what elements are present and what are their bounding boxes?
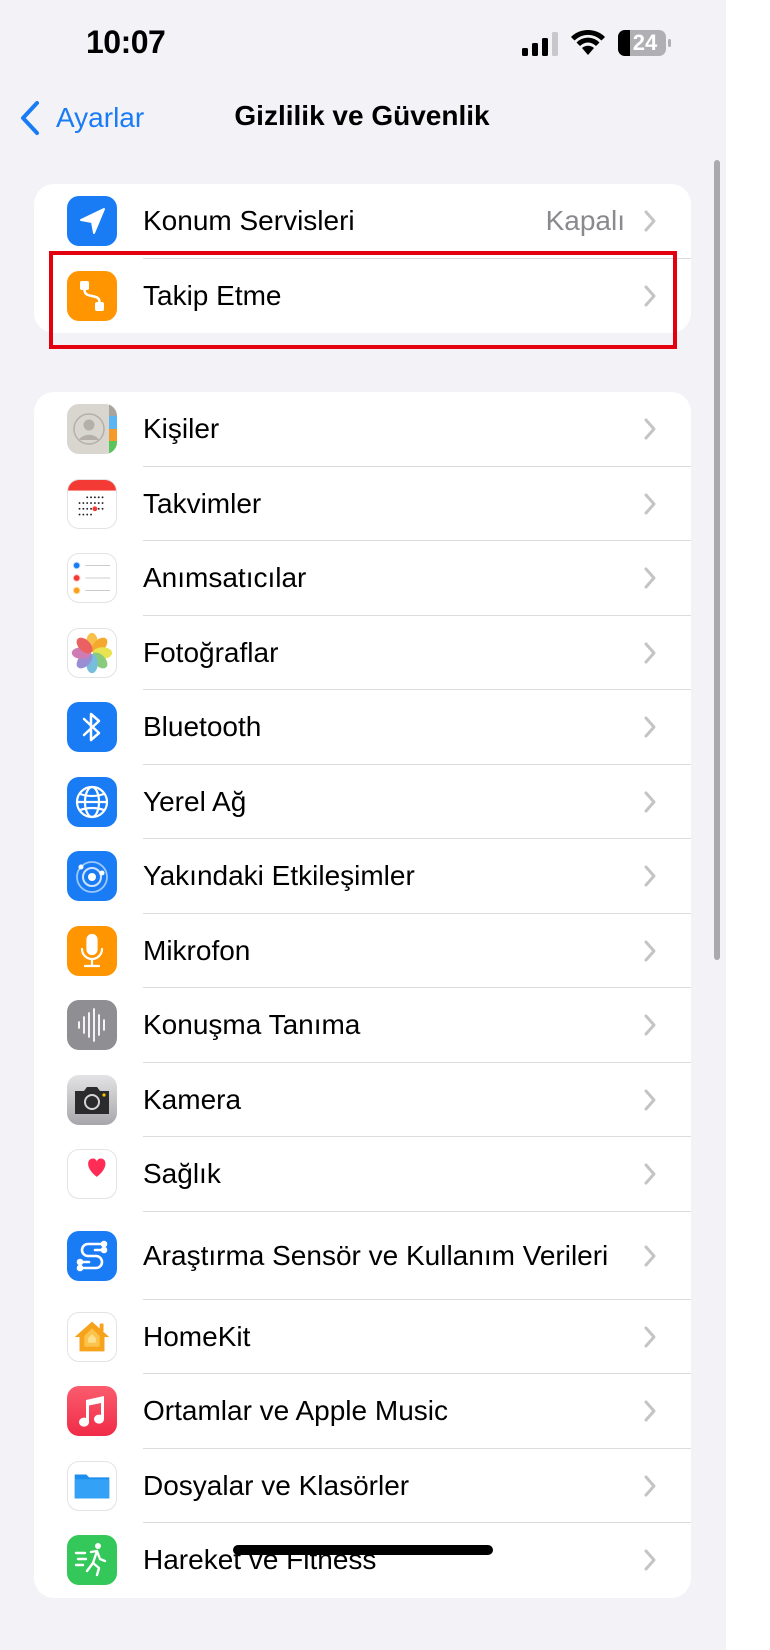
cellular-signal-icon	[522, 32, 558, 56]
battery-level: 24	[632, 30, 658, 55]
fitness-icon	[67, 1535, 117, 1586]
row-reminders[interactable]: Anımsatıcılar	[34, 541, 691, 616]
row-label: Konuşma Tanıma	[143, 1009, 361, 1041]
row-label: Takip Etme	[143, 279, 282, 311]
chevron-right-icon	[644, 1245, 656, 1266]
home-indicator[interactable]	[233, 1545, 493, 1555]
chevron-right-icon	[644, 285, 656, 307]
chevron-right-icon	[644, 1089, 656, 1111]
chevron-right-icon	[644, 1475, 656, 1497]
tracking-icon	[67, 270, 117, 321]
chevron-right-icon	[644, 418, 656, 440]
chevron-right-icon	[644, 1549, 656, 1571]
contacts-icon	[67, 404, 117, 455]
chevron-right-icon	[644, 210, 656, 232]
row-label: Takvimler	[143, 487, 262, 519]
row-research-sensor[interactable]: Araştırma Sensör ve Kullanım Verileri	[34, 1212, 691, 1300]
chevron-right-icon	[644, 791, 656, 813]
row-label: Bluetooth	[143, 711, 262, 743]
row-location-services[interactable]: Konum Servisleri Kapalı	[34, 184, 691, 259]
row-microphone[interactable]: Mikrofon	[34, 914, 691, 988]
chevron-right-icon	[644, 716, 656, 738]
chevron-right-icon	[644, 642, 656, 664]
row-label: Ortamlar ve Apple Music	[143, 1395, 448, 1427]
row-label: Kişiler	[143, 413, 220, 445]
calendar-icon	[67, 478, 117, 529]
photos-icon	[67, 627, 117, 678]
row-health[interactable]: Sağlık	[34, 1137, 691, 1212]
nearby-interactions-icon	[67, 851, 117, 902]
row-label: HomeKit	[143, 1320, 251, 1352]
chevron-right-icon	[644, 1163, 656, 1185]
scrollbar[interactable]	[714, 160, 720, 960]
phone-screen: 10:07 24 Ayarlar Gizlilik ve Güvenlik Ko…	[0, 0, 726, 1650]
chevron-right-icon	[644, 865, 656, 887]
heart-icon	[67, 1149, 117, 1200]
navigation-bar: Ayarlar Gizlilik ve Güvenlik	[0, 90, 726, 146]
chevron-right-icon	[644, 1326, 656, 1348]
row-label: Fotoğraflar	[143, 636, 279, 668]
row-apple-music[interactable]: Ortamlar ve Apple Music	[34, 1374, 691, 1449]
chevron-right-icon	[644, 1014, 656, 1036]
location-arrow-icon	[67, 196, 117, 247]
bluetooth-icon	[67, 702, 117, 753]
row-contacts[interactable]: Kişiler	[34, 392, 691, 467]
chevron-right-icon	[644, 1400, 656, 1422]
row-label: Yakındaki Etkileşimler	[143, 860, 415, 892]
music-icon	[67, 1386, 117, 1437]
camera-icon	[67, 1074, 117, 1125]
page-title: Gizlilik ve Güvenlik	[234, 100, 490, 131]
row-label: Araştırma Sensör ve Kullanım Verileri	[143, 1239, 609, 1271]
row-label: Konum Servisleri	[143, 205, 355, 237]
globe-icon	[67, 776, 117, 827]
waveform-icon	[67, 1000, 117, 1051]
home-icon	[67, 1311, 117, 1362]
row-files-folders[interactable]: Dosyalar ve Klasörler	[34, 1449, 691, 1523]
row-tracking[interactable]: Takip Etme	[34, 259, 691, 334]
row-calendars[interactable]: Takvimler	[34, 467, 691, 541]
wifi-icon	[571, 29, 605, 55]
row-label: Sağlık	[143, 1158, 221, 1190]
row-label: Kamera	[143, 1083, 242, 1115]
row-nearby-interactions[interactable]: Yakındaki Etkileşimler	[34, 839, 691, 914]
chevron-right-icon	[644, 940, 656, 962]
row-camera[interactable]: Kamera	[34, 1063, 691, 1137]
row-speech-recognition[interactable]: Konuşma Tanıma	[34, 988, 691, 1063]
location-services-status: Kapalı	[545, 205, 625, 237]
row-photos[interactable]: Fotoğraflar	[34, 616, 691, 690]
row-label: Mikrofon	[143, 934, 251, 966]
status-time: 10:07	[86, 24, 166, 60]
chevron-right-icon	[644, 493, 656, 515]
location-tracking-group: Konum Servisleri Kapalı Takip Etme	[34, 184, 691, 333]
row-bluetooth[interactable]: Bluetooth	[34, 690, 691, 765]
row-label: Dosyalar ve Klasörler	[143, 1469, 410, 1501]
row-homekit[interactable]: HomeKit	[34, 1300, 691, 1374]
row-motion-fitness[interactable]: Hareket ve Fitness	[34, 1523, 691, 1598]
reminders-icon	[67, 553, 117, 604]
row-local-network[interactable]: Yerel Ağ	[34, 765, 691, 839]
row-label: Yerel Ağ	[143, 785, 247, 817]
app-permissions-group: Kişiler Takvimler Anımsatıcılar Fotoğraf…	[34, 392, 691, 1598]
chevron-right-icon	[644, 567, 656, 589]
row-label: Anımsatıcılar	[143, 562, 307, 594]
microphone-icon	[67, 925, 117, 976]
research-icon	[67, 1230, 117, 1281]
folder-icon	[67, 1460, 117, 1511]
status-bar: 10:07 24	[0, 0, 726, 80]
